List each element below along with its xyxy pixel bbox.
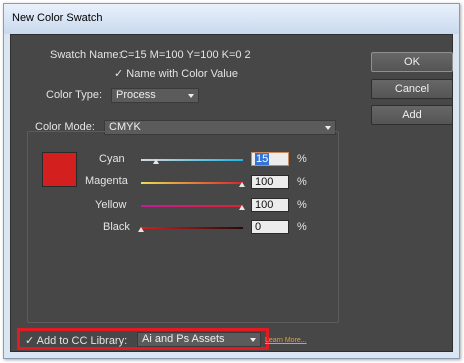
add-to-cc-library-checkbox[interactable]: ✓ Add to CC Library: [25,334,127,347]
magenta-slider-thumb[interactable] [239,182,245,187]
chevron-down-icon [325,126,331,130]
black-value-field[interactable]: 0 [251,220,289,234]
color-type-label: Color Type: [46,89,103,101]
ok-button[interactable]: OK [371,52,453,72]
cyan-percent-label: % [297,153,307,165]
chevron-down-icon [250,338,256,342]
checkmark-icon: ✓ [25,335,35,347]
magenta-slider[interactable] [141,182,243,184]
magenta-percent-label: % [297,176,307,188]
yellow-percent-label: % [297,199,307,211]
black-percent-label: % [297,221,307,233]
color-type-dropdown[interactable]: Process [111,88,199,103]
swatch-name-value: C=15 M=100 Y=100 K=0 2 [120,49,251,61]
yellow-slider[interactable] [141,205,243,207]
color-type-value: Process [116,89,156,101]
checkmark-icon: ✓ [114,68,124,80]
cancel-button[interactable]: Cancel [371,79,453,99]
chevron-down-icon [188,94,194,98]
add-to-cc-library-label: Add to CC Library: [36,335,128,347]
dialog-title: New Color Swatch [12,12,103,24]
color-preview-swatch [42,152,77,187]
title-bar: New Color Swatch [4,4,459,34]
dialog-body: Swatch Name: C=15 M=100 Y=100 K=0 2 ✓ Na… [10,34,453,352]
magenta-value-field[interactable]: 100 [251,175,289,189]
black-slider[interactable] [141,227,243,229]
cc-library-dropdown[interactable]: Ai and Ps Assets [137,332,261,347]
add-button[interactable]: Add [371,105,453,125]
cyan-label: Cyan [99,153,125,165]
swatch-name-label: Swatch Name: [50,49,122,61]
yellow-slider-thumb[interactable] [239,205,245,210]
black-slider-thumb[interactable] [138,227,144,232]
new-color-swatch-dialog: New Color Swatch Swatch Name: C=15 M=100… [3,3,460,359]
cyan-value: 15 [255,153,270,165]
black-label: Black [103,221,130,233]
cc-library-value: Ai and Ps Assets [142,333,225,345]
yellow-label: Yellow [95,199,127,211]
learn-more-link[interactable]: Learn More... [265,337,307,344]
yellow-value-field[interactable]: 100 [251,198,289,212]
name-with-color-value-checkbox[interactable]: ✓ Name with Color Value [114,67,238,80]
magenta-label: Magenta [85,175,128,187]
cyan-slider-thumb[interactable] [153,159,159,164]
name-with-color-value-label: Name with Color Value [126,68,238,80]
cyan-value-field[interactable]: 15 [251,152,289,166]
